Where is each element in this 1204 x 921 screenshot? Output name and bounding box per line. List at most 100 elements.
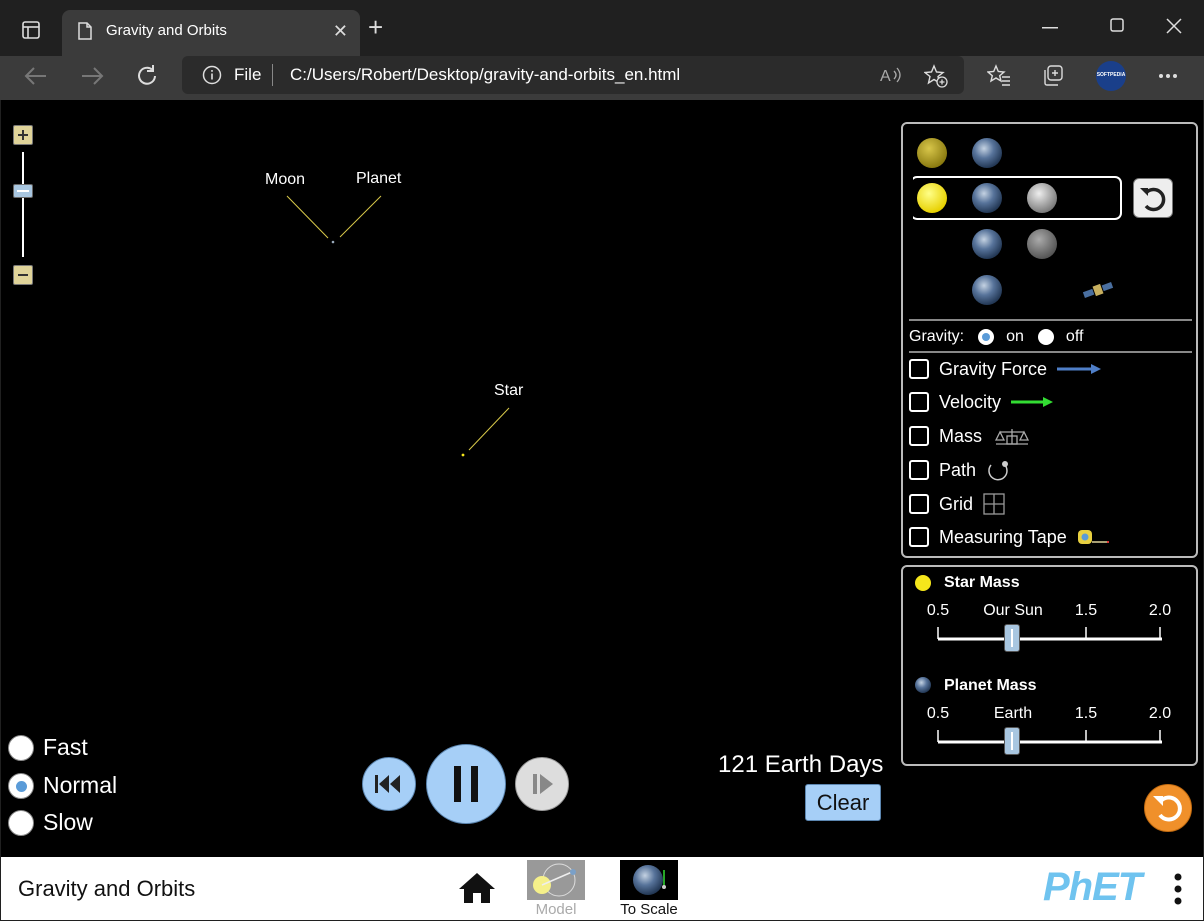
scenario-planet-moon[interactable] [972, 229, 1057, 259]
speed-fast-radio[interactable] [8, 734, 34, 761]
sim-title: Gravity and Orbits [18, 876, 196, 901]
mass-label: Mass [939, 425, 983, 446]
scenario-sun-planet-moon[interactable] [917, 183, 1057, 213]
grid-icon [983, 493, 1005, 515]
step-forward-button[interactable] [515, 757, 569, 811]
star-mass-tick: 0.5 [926, 602, 950, 619]
star-mass-icon [915, 575, 931, 591]
clear-button[interactable]: Clear [805, 784, 881, 821]
planet-mass-slider-thumb[interactable] [1004, 727, 1020, 755]
model-screen-button[interactable] [527, 860, 585, 900]
reset-scenario-button[interactable] [1133, 178, 1173, 218]
step-forward-icon [533, 774, 553, 794]
more-options-icon[interactable] [1158, 73, 1178, 79]
speed-normal-label: Normal [43, 772, 118, 798]
star-mass-slider-thumb[interactable] [1004, 624, 1020, 652]
simulation-canvas: Moon Planet Star Gravity: on off Gravity… [1, 100, 1203, 857]
model-screen-label: Model [535, 901, 577, 918]
profile-label: SOFTPEDIA [1096, 72, 1126, 78]
mass-checkbox[interactable]: Mass [909, 424, 1030, 448]
measuring-tape-checkbox[interactable]: Measuring Tape [909, 525, 1111, 549]
back-icon[interactable] [24, 66, 48, 86]
forward-icon[interactable] [80, 66, 104, 86]
zoom-in-button[interactable] [13, 125, 33, 145]
scenario-planet-satellite[interactable] [972, 275, 1114, 305]
gravity-force-checkbox[interactable]: Gravity Force [909, 357, 1103, 381]
velocity-checkbox[interactable]: Velocity [909, 390, 1057, 414]
tab-actions-icon[interactable] [22, 21, 40, 39]
address-bar[interactable]: File C:/Users/Robert/Desktop/gravity-and… [182, 56, 964, 94]
scale-balance-icon [994, 429, 1030, 445]
collections-icon[interactable] [1042, 64, 1066, 88]
gravity-on-label: on [1006, 328, 1024, 345]
pause-icon [454, 766, 478, 802]
zoom-thumb[interactable] [13, 184, 33, 198]
speed-slow-radio[interactable] [8, 809, 34, 836]
add-favorite-icon[interactable] [924, 64, 948, 88]
read-aloud-icon[interactable]: A [880, 65, 902, 85]
grid-label: Grid [939, 493, 974, 514]
divider [909, 319, 1192, 321]
planet-label: Planet [356, 170, 402, 187]
browser-window: Gravity and Orbits ✕ + File C:/Users/Rob… [0, 0, 1204, 921]
favorites-icon[interactable] [987, 64, 1011, 88]
url-text[interactable]: C:/Users/Robert/Desktop/gravity-and-orbi… [290, 65, 680, 85]
phet-menu-icon[interactable] [1174, 873, 1182, 905]
grid-checkbox[interactable]: Grid [909, 492, 1007, 516]
planet-body[interactable] [331, 240, 335, 244]
maximize-icon[interactable] [1110, 18, 1124, 32]
gravity-force-label: Gravity Force [939, 358, 1048, 379]
gravity-on-radio[interactable] [978, 329, 995, 345]
close-tab-icon[interactable]: ✕ [333, 21, 348, 42]
browser-tab[interactable]: Gravity and Orbits ✕ [62, 10, 360, 56]
planet-mass-icon [915, 677, 931, 693]
moon-label: Moon [265, 171, 306, 188]
planet-mass-tick: 0.5 [926, 705, 950, 722]
path-checkbox[interactable]: Path [909, 458, 1012, 482]
velocity-label: Velocity [939, 391, 1002, 412]
mass-controls-panel: Star Mass 0.5 Our Sun 1.5 2.0 Planet Mas… [901, 565, 1198, 766]
star-label-line [468, 407, 510, 451]
title-bar: Gravity and Orbits ✕ + [0, 0, 1204, 56]
reset-all-button[interactable] [1144, 784, 1192, 832]
star-mass-tick: 1.5 [1074, 602, 1098, 619]
scenario-sun-planet[interactable] [917, 138, 1002, 168]
zoom-track [22, 152, 24, 257]
model-screen-thumbnail [533, 863, 576, 897]
speed-slow-option[interactable]: Slow [8, 809, 93, 836]
phet-logo[interactable]: PhET [1043, 865, 1142, 910]
reset-all-icon [1153, 795, 1182, 822]
refresh-icon[interactable] [135, 64, 159, 88]
star-body[interactable] [461, 453, 465, 457]
speed-normal-radio[interactable] [8, 772, 34, 799]
to-scale-screen-button[interactable] [620, 860, 678, 900]
profile-avatar[interactable]: SOFTPEDIA [1096, 61, 1126, 91]
velocity-arrow-icon [1011, 397, 1054, 407]
new-tab-icon[interactable]: + [368, 14, 383, 40]
elapsed-time: 121 Earth Days [718, 751, 884, 778]
document-icon [78, 22, 92, 40]
address-scheme: File [234, 65, 262, 84]
home-icon[interactable] [457, 871, 497, 905]
star-mass-tick: Our Sun [983, 602, 1043, 619]
star-mass-slider-track[interactable] [933, 623, 1167, 643]
rewind-button[interactable] [362, 757, 416, 811]
gravity-label: Gravity: [909, 328, 965, 345]
speed-normal-option[interactable]: Normal [8, 772, 117, 799]
speed-fast-label: Fast [43, 734, 88, 760]
star-mass-title: Star Mass [944, 574, 1020, 591]
speed-fast-option[interactable]: Fast [8, 734, 88, 761]
play-pause-button[interactable] [426, 744, 506, 824]
minimize-icon[interactable] [1042, 27, 1058, 29]
close-window-icon[interactable] [1166, 18, 1182, 34]
path-icon [988, 461, 1009, 481]
gravity-off-radio[interactable] [1037, 329, 1054, 345]
moon-label-line [286, 195, 329, 239]
path-label: Path [939, 459, 977, 480]
planet-mass-tick: Earth [993, 705, 1033, 722]
info-icon[interactable] [202, 65, 222, 85]
zoom-out-button[interactable] [13, 265, 33, 285]
planet-mass-slider-track[interactable] [933, 726, 1167, 746]
planet-label-line [339, 195, 382, 238]
navigation-bar: File C:/Users/Robert/Desktop/gravity-and… [0, 56, 1204, 100]
